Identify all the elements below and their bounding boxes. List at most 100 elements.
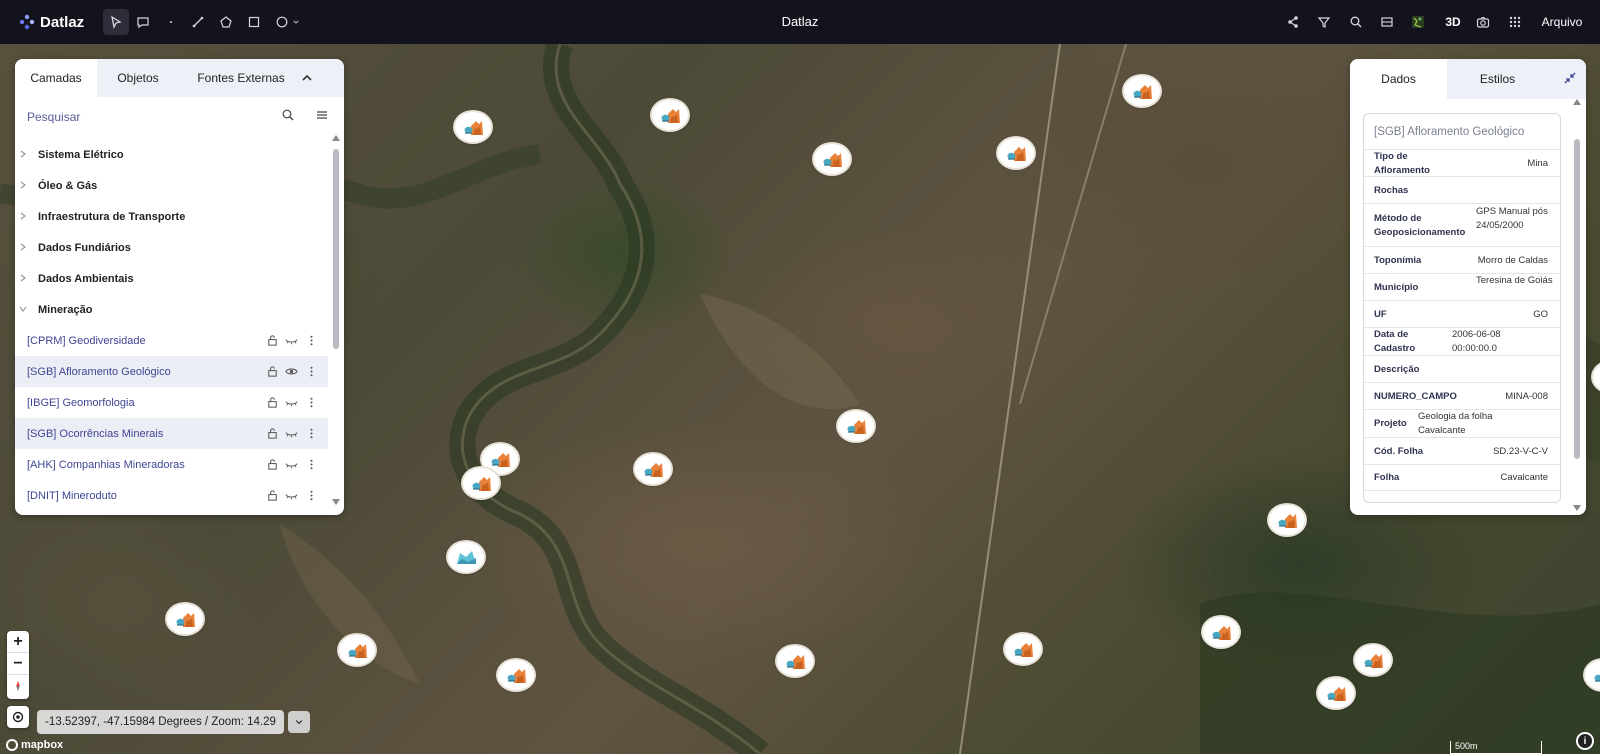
- mine-marker[interactable]: [1124, 76, 1160, 106]
- chevron-up-icon[interactable]: [300, 71, 314, 85]
- mine-marker[interactable]: [998, 138, 1034, 168]
- tab-camadas[interactable]: Camadas: [15, 59, 97, 97]
- unlock-icon[interactable]: [266, 458, 279, 471]
- mine-outcrop-icon: [472, 477, 491, 491]
- layer-row[interactable]: [IBGE] Geomorfologia: [15, 387, 328, 418]
- scrollbar-thumb[interactable]: [1574, 139, 1580, 459]
- mine-marker[interactable]: [167, 604, 203, 634]
- toggle-3d-button[interactable]: 3D: [1443, 11, 1463, 33]
- more-options-icon[interactable]: [305, 427, 318, 440]
- app-logo[interactable]: Datlaz: [18, 12, 84, 32]
- more-options-icon[interactable]: [305, 396, 318, 409]
- scroll-down-arrow[interactable]: [332, 499, 340, 505]
- arquivo-menu[interactable]: Arquivo: [1538, 11, 1586, 33]
- geolocate-button[interactable]: [7, 706, 29, 728]
- layers-scrollbar[interactable]: [330, 135, 342, 505]
- group-oleo-gas[interactable]: Óleo & Gás: [15, 170, 328, 201]
- more-options-icon[interactable]: [305, 458, 318, 471]
- zoom-in-button[interactable]: +: [7, 631, 29, 653]
- menu-icon[interactable]: [315, 108, 329, 122]
- layer-row[interactable]: [CPRM] Geodiversidade: [15, 325, 328, 356]
- mine-marker[interactable]: [1355, 645, 1391, 675]
- layer-row[interactable]: [SGB] Ocorrências Minerais: [15, 418, 328, 449]
- mine-marker[interactable]: [498, 660, 534, 690]
- line-icon: [192, 16, 204, 28]
- screenshot-button[interactable]: [1475, 11, 1491, 33]
- coordinates-format-button[interactable]: [288, 711, 310, 733]
- eye-closed-icon[interactable]: [285, 427, 298, 440]
- polygon-tool-button[interactable]: [213, 9, 239, 35]
- tab-fontes-externas[interactable]: Fontes Externas: [179, 59, 303, 97]
- group-mineracao[interactable]: Mineração: [15, 294, 328, 325]
- unlock-icon[interactable]: [266, 365, 279, 378]
- mine-marker[interactable]: [455, 112, 491, 142]
- collapse-arrows-icon[interactable]: [1563, 71, 1577, 85]
- rectangle-tool-button[interactable]: [241, 9, 267, 35]
- scrollbar-thumb[interactable]: [333, 149, 339, 349]
- unlock-icon[interactable]: [266, 334, 279, 347]
- mine-marker[interactable]: [777, 646, 813, 676]
- apps-button[interactable]: [1507, 11, 1523, 33]
- mapbox-logo-icon: [6, 739, 18, 751]
- satellite-layer-button[interactable]: [1410, 11, 1426, 33]
- eye-closed-icon[interactable]: [285, 489, 298, 502]
- mine-marker[interactable]: [814, 144, 850, 174]
- search-icon[interactable]: [281, 108, 295, 122]
- layer-row[interactable]: [DNIT] Mineroduto: [15, 480, 328, 511]
- mine-marker[interactable]: [1005, 634, 1041, 664]
- zoom-out-button[interactable]: −: [7, 653, 29, 675]
- eye-icon[interactable]: [285, 365, 298, 378]
- point-tool-button[interactable]: [158, 9, 184, 35]
- line-tool-button[interactable]: [185, 9, 211, 35]
- shape-dropdown-button[interactable]: [290, 9, 302, 35]
- more-options-icon[interactable]: [305, 334, 318, 347]
- group-dados-fundiarios[interactable]: Dados Fundiários: [15, 232, 328, 263]
- layers-panel-tabs: Camadas Objetos Fontes Externas: [15, 59, 344, 97]
- filter-button[interactable]: [1316, 11, 1332, 33]
- layer-row[interactable]: [SGB] Afloramento Geológico: [15, 356, 328, 387]
- scroll-up-arrow[interactable]: [1573, 99, 1581, 105]
- attribute-key: Data de Cadastro: [1374, 329, 1416, 354]
- search-button[interactable]: [1348, 11, 1364, 33]
- share-button[interactable]: [1285, 11, 1301, 33]
- group-infraestrutura-transporte[interactable]: Infraestrutura de Transporte: [15, 201, 328, 232]
- eye-closed-icon[interactable]: [285, 458, 298, 471]
- more-options-icon[interactable]: [305, 489, 318, 502]
- mine-marker[interactable]: [339, 635, 375, 665]
- layer-search-input[interactable]: Pesquisar: [27, 105, 319, 129]
- group-dados-ambientais[interactable]: Dados Ambientais: [15, 263, 328, 294]
- select-tool-button[interactable]: [103, 9, 129, 35]
- geolocate-icon: [12, 711, 24, 723]
- mine-marker[interactable]: [652, 100, 688, 130]
- comment-tool-button[interactable]: [130, 9, 156, 35]
- mine-marker[interactable]: [448, 542, 484, 572]
- unlock-icon[interactable]: [266, 489, 279, 502]
- unlock-icon[interactable]: [266, 427, 279, 440]
- scroll-down-arrow[interactable]: [1573, 505, 1581, 511]
- unlock-icon[interactable]: [266, 396, 279, 409]
- eye-closed-icon[interactable]: [285, 334, 298, 347]
- attribution-info-button[interactable]: i: [1576, 732, 1594, 750]
- mine-marker[interactable]: [1269, 505, 1305, 535]
- mapbox-attribution[interactable]: mapbox: [6, 738, 63, 752]
- attribute-row: Rochas: [1364, 177, 1560, 204]
- eye-closed-icon[interactable]: [285, 396, 298, 409]
- table-button[interactable]: [1379, 11, 1395, 33]
- tab-objetos[interactable]: Objetos: [97, 59, 179, 97]
- attribute-value: Teresina de Goiás: [1476, 274, 1553, 286]
- tab-dados[interactable]: Dados: [1350, 59, 1447, 99]
- scroll-up-arrow[interactable]: [332, 135, 340, 141]
- mine-marker[interactable]: [635, 454, 671, 484]
- details-scrollbar[interactable]: [1571, 99, 1583, 511]
- group-sistema-eletrico[interactable]: Sistema Elétrico: [15, 139, 328, 170]
- mine-outcrop-icon: [1014, 643, 1033, 657]
- more-options-icon[interactable]: [305, 365, 318, 378]
- mine-marker[interactable]: [838, 411, 874, 441]
- mine-marker[interactable]: [463, 468, 499, 498]
- mine-marker[interactable]: [1318, 678, 1354, 708]
- layer-row[interactable]: [AHK] Companhias Mineradoras: [15, 449, 328, 480]
- tab-estilos[interactable]: Estilos: [1447, 59, 1548, 99]
- compass-button[interactable]: [7, 675, 29, 697]
- mine-outcrop-icon: [491, 453, 510, 467]
- mine-marker[interactable]: [1203, 617, 1239, 647]
